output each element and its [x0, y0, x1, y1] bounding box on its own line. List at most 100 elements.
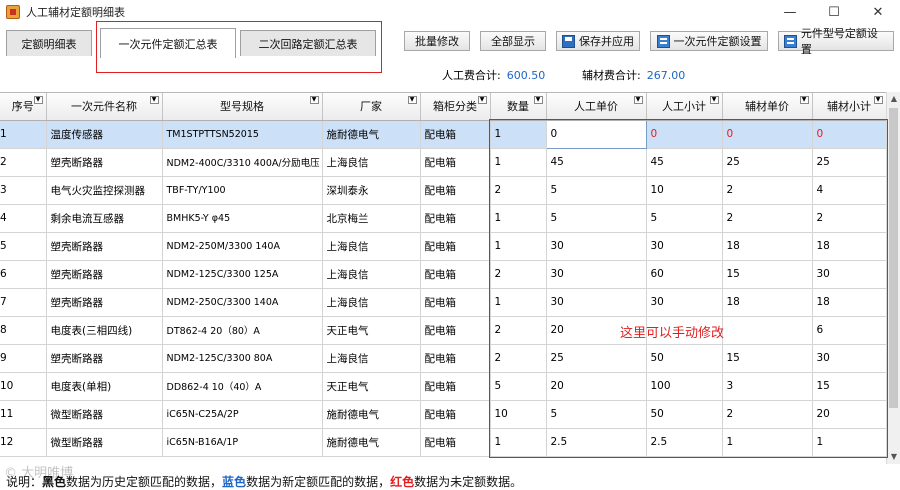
cell-as[interactable]: [812, 456, 886, 457]
cell-ap[interactable]: 18: [722, 288, 813, 317]
cell-as[interactable]: 2: [812, 204, 886, 233]
cell-as[interactable]: 30: [812, 344, 886, 373]
cell-as[interactable]: 4: [812, 176, 886, 205]
cell-ap[interactable]: 2: [722, 176, 813, 205]
cell-ls[interactable]: 2.5: [646, 428, 723, 457]
column-header[interactable]: 人工单价 ▼: [546, 93, 647, 121]
tab-secondary-summary[interactable]: 二次回路定额汇总表: [240, 30, 376, 56]
cell-ap[interactable]: 15: [722, 260, 813, 289]
table-row[interactable]: 3 电气火灾监控探测器 TBF-TY/Y100 深圳泰永 配电箱 2 5 10 2 4: [0, 176, 886, 205]
filter-dropdown-icon[interactable]: ▼: [873, 96, 883, 104]
table-row[interactable]: 4 剩余电流互感器 BMHK5-Y φ45 北京梅兰 配电箱 1 5 5 2 2: [0, 204, 886, 233]
cell-qty[interactable]: 10: [490, 400, 547, 429]
batch-edit-button[interactable]: 批量修改: [404, 31, 470, 51]
cell-ap[interactable]: [722, 456, 813, 457]
save-apply-button[interactable]: 保存并应用: [556, 31, 640, 51]
cell-qty[interactable]: 1: [490, 148, 547, 177]
cell-as[interactable]: 15: [812, 372, 886, 401]
cell-ap[interactable]: 15: [722, 344, 813, 373]
filter-dropdown-icon[interactable]: ▼: [407, 96, 417, 104]
cell-as[interactable]: 18: [812, 232, 886, 261]
show-all-button[interactable]: 全部显示: [480, 31, 546, 51]
filter-dropdown-icon[interactable]: ▼: [149, 96, 159, 104]
model-quota-settings-button[interactable]: 元件型号定额设置: [778, 27, 894, 56]
table-row[interactable]: 2 塑壳断路器 NDM2-400C/3310 400A/分励电压 上海良信 配电箱 1 45…: [0, 148, 886, 177]
cell-as[interactable]: 1: [812, 428, 886, 457]
filter-dropdown-icon[interactable]: ▼: [33, 96, 43, 104]
cell-ls[interactable]: 50: [646, 400, 723, 429]
vertical-scrollbar[interactable]: ▲ ▼: [886, 92, 900, 464]
cell-lp[interactable]: 45: [546, 148, 647, 177]
cell-ap[interactable]: [722, 316, 813, 345]
filter-dropdown-icon[interactable]: ▼: [799, 96, 809, 104]
table-row[interactable]: 11 微型断路器 iC65N-C25A/2P 施耐德电气 配电箱 10 5 50 2 20: [0, 400, 886, 429]
cell-lp[interactable]: 5: [546, 176, 647, 205]
column-header[interactable]: 序号 ▼: [0, 93, 47, 121]
cell-ls[interactable]: 45: [646, 148, 723, 177]
cell-lp[interactable]: 5: [546, 204, 647, 233]
table-row[interactable]: 5 塑壳断路器 NDM2-250M/3300 140A 上海良信 配电箱 1 30 30 18 1…: [0, 232, 886, 261]
table-row[interactable]: 8 电度表(三相四线) DT862-4 20（80）A 天正电气 配电箱 2 20 6: [0, 316, 886, 345]
cell-ap[interactable]: 1: [722, 428, 813, 457]
cell-ls[interactable]: 60: [646, 260, 723, 289]
cell-as[interactable]: 20: [812, 400, 886, 429]
cell-qty[interactable]: 2: [490, 316, 547, 345]
cell-qty[interactable]: 2: [490, 176, 547, 205]
cell-ls[interactable]: 30: [646, 232, 723, 261]
cell-lp[interactable]: 5: [546, 400, 647, 429]
filter-dropdown-icon[interactable]: ▼: [533, 96, 543, 104]
cell-as[interactable]: 25: [812, 148, 886, 177]
cell-ap[interactable]: 0: [722, 120, 813, 149]
cell-qty[interactable]: 5: [490, 372, 547, 401]
primary-quota-settings-button[interactable]: 一次元件定额设置: [650, 31, 768, 51]
table-row[interactable]: 1 温度传感器 TM1STPTTSN52015 施耐德电气 配电箱 1 0 0 0 0: [0, 119, 886, 149]
cell-ls[interactable]: 30: [646, 288, 723, 317]
cell-ls[interactable]: 50: [646, 344, 723, 373]
cell-as[interactable]: 30: [812, 260, 886, 289]
cell-qty[interactable]: 1: [490, 120, 547, 149]
scroll-up-icon[interactable]: ▲: [887, 92, 900, 106]
column-header[interactable]: 人工小计 ▼: [646, 93, 723, 121]
table-row[interactable]: 12 微型断路器 iC65N-B16A/1P 施耐德电气 配电箱 1 2.5 2.5 1 1: [0, 428, 886, 457]
cell-ls[interactable]: 5: [646, 204, 723, 233]
maximize-button[interactable]: ☐: [812, 0, 856, 24]
cell-ap[interactable]: 2: [722, 204, 813, 233]
cell-qty[interactable]: 1: [490, 428, 547, 457]
filter-dropdown-icon[interactable]: ▼: [309, 96, 319, 104]
cell-lp[interactable]: [546, 456, 647, 457]
filter-dropdown-icon[interactable]: ▼: [477, 96, 487, 104]
cell-lp[interactable]: 2.5: [546, 428, 647, 457]
scroll-down-icon[interactable]: ▼: [887, 450, 900, 464]
cell-ap[interactable]: 2: [722, 400, 813, 429]
cell-lp[interactable]: 25: [546, 344, 647, 373]
cell-lp[interactable]: 30: [546, 232, 647, 261]
cell-qty[interactable]: [490, 456, 547, 457]
close-button[interactable]: ✕: [856, 0, 900, 24]
cell-qty[interactable]: 1: [490, 232, 547, 261]
table-row[interactable]: 7 塑壳断路器 NDM2-250C/3300 140A 上海良信 配电箱 1 30 30 18 1…: [0, 288, 886, 317]
filter-dropdown-icon[interactable]: ▼: [633, 96, 643, 104]
column-header[interactable]: 型号规格 ▼: [162, 93, 323, 121]
column-header[interactable]: 箱柜分类 ▼: [420, 93, 491, 121]
table-row[interactable]: 9 塑壳断路器 NDM2-125C/3300 80A 上海良信 配电箱 2 25 50 15 30: [0, 344, 886, 373]
cell-ap[interactable]: 18: [722, 232, 813, 261]
cell-qty[interactable]: 1: [490, 204, 547, 233]
cell-ls[interactable]: 100: [646, 372, 723, 401]
cell-ls[interactable]: 0: [646, 120, 723, 149]
cell-as[interactable]: 6: [812, 316, 886, 345]
column-header[interactable]: 一次元件名称 ▼: [46, 93, 163, 121]
cell-lp[interactable]: 20: [546, 372, 647, 401]
cell-ap[interactable]: 25: [722, 148, 813, 177]
cell-ap[interactable]: 3: [722, 372, 813, 401]
tab-primary-summary[interactable]: 一次元件定额汇总表: [100, 28, 236, 58]
table-row[interactable]: 10 电度表(单相) DD862-4 10（40）A 天正电气 配电箱 5 20 100 3 15: [0, 372, 886, 401]
cell-qty[interactable]: 1: [490, 288, 547, 317]
table-row[interactable]: 13: [0, 456, 886, 457]
cell-lp[interactable]: 30: [546, 288, 647, 317]
cell-ls[interactable]: [646, 456, 723, 457]
column-header[interactable]: 厂家 ▼: [322, 93, 421, 121]
cell-qty[interactable]: 2: [490, 344, 547, 373]
minimize-button[interactable]: —: [768, 0, 812, 24]
column-header[interactable]: 辅材小计 ▼: [812, 93, 886, 121]
tab-quota-detail[interactable]: 定额明细表: [6, 30, 92, 56]
